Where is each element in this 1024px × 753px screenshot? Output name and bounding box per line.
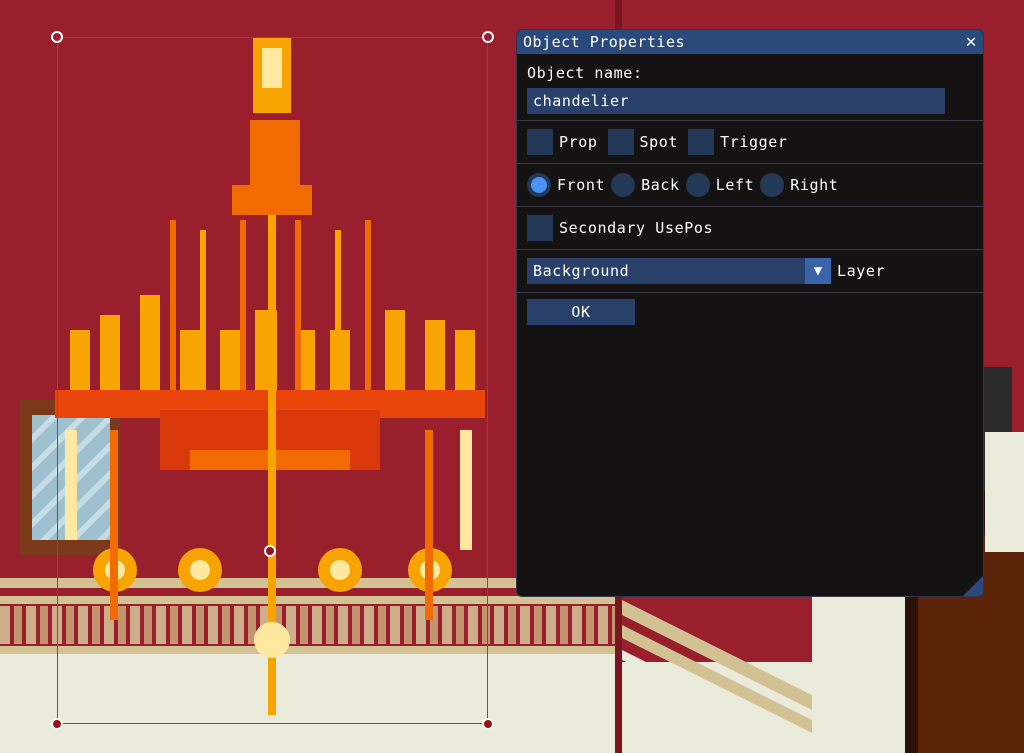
radio-button[interactable]: [527, 173, 551, 197]
resize-handle-bottom-left[interactable]: [51, 718, 63, 730]
radio-back[interactable]: Back: [611, 173, 680, 197]
ok-button[interactable]: OK: [527, 299, 635, 325]
object-name-input[interactable]: chandelier: [527, 88, 945, 114]
resize-handle-top-right[interactable]: [482, 31, 494, 43]
radio-label: Right: [790, 176, 839, 194]
secondary-usepos-checkbox[interactable]: Secondary UsePos: [527, 215, 713, 241]
spot-checkbox[interactable]: Spot: [607, 129, 679, 155]
checkbox-label: Spot: [639, 133, 679, 151]
checkbox-label: Prop: [559, 133, 598, 151]
facing-row: Front Back Left Right: [527, 170, 973, 200]
trigger-checkbox[interactable]: Trigger: [688, 129, 787, 155]
radio-front[interactable]: Front: [527, 173, 605, 197]
radio-label: Front: [557, 176, 606, 194]
staircase-top: [985, 432, 1024, 552]
dialog-title: Object Properties: [523, 33, 686, 51]
checkbox-label: Secondary UsePos: [559, 219, 714, 237]
object-name-label: Object name:: [527, 64, 643, 82]
pivot-handle[interactable]: [264, 545, 276, 557]
checkbox-box[interactable]: [688, 129, 715, 155]
staircase: [812, 595, 912, 753]
separator: [517, 163, 983, 164]
secondary-usepos-row: Secondary UsePos: [527, 213, 973, 243]
separator: [517, 120, 983, 121]
selection-box: [57, 37, 488, 724]
radio-button[interactable]: [611, 173, 636, 197]
dialog-titlebar[interactable]: Object Properties ✕: [517, 30, 983, 54]
radio-right[interactable]: Right: [760, 173, 838, 197]
radio-label: Back: [641, 176, 680, 194]
separator: [517, 292, 983, 293]
resize-handle-bottom-right[interactable]: [482, 718, 494, 730]
layer-label: Layer: [837, 262, 886, 280]
prop-checkbox[interactable]: Prop: [527, 129, 598, 155]
radio-left[interactable]: Left: [685, 173, 755, 197]
flags-row: Prop Spot Trigger: [527, 127, 973, 157]
chevron-down-icon[interactable]: ▼: [805, 258, 831, 284]
radio-button[interactable]: [760, 173, 785, 197]
resize-grip[interactable]: [963, 576, 983, 596]
separator: [517, 206, 983, 207]
stair-railing: [622, 600, 822, 753]
close-icon[interactable]: ✕: [966, 33, 977, 51]
radio-label: Left: [715, 176, 755, 194]
checkbox-label: Trigger: [720, 133, 788, 151]
checkbox-box[interactable]: [527, 215, 553, 241]
radio-button[interactable]: [685, 173, 710, 197]
checkbox-box[interactable]: [607, 129, 634, 155]
separator: [517, 249, 983, 250]
object-properties-dialog: Object Properties ✕ Object name: chandel…: [516, 29, 984, 597]
resize-handle-top-left[interactable]: [51, 31, 63, 43]
radio-selected-dot: [531, 177, 547, 193]
layer-select[interactable]: Background: [527, 258, 805, 284]
checkbox-box[interactable]: [527, 129, 553, 155]
layer-row: Background ▼ Layer: [527, 256, 973, 286]
